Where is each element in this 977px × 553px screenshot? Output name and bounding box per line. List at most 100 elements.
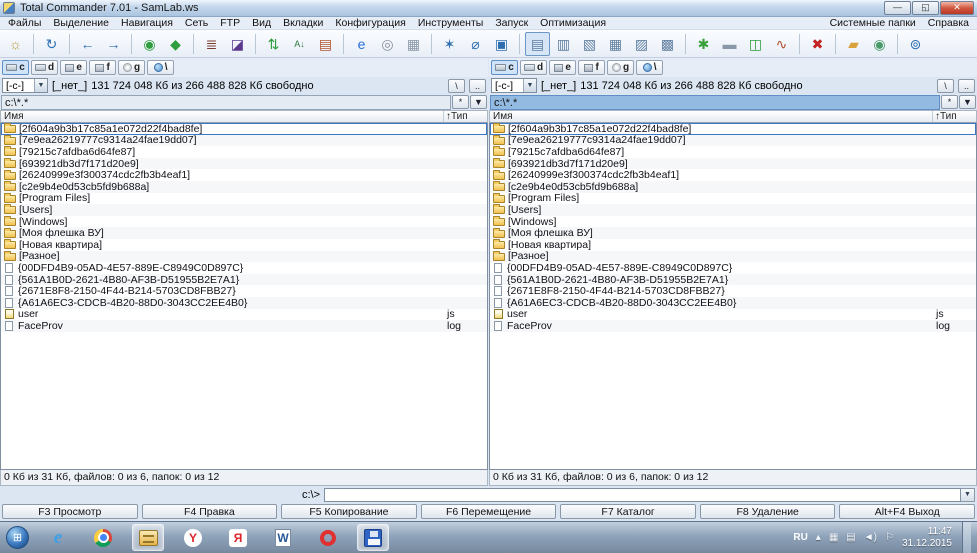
view-brief-icon[interactable]: ▤ [525,32,550,56]
type-column-header[interactable]: ↑Тип [443,111,487,122]
drive-button-e[interactable]: e [60,60,87,75]
drive-button-d[interactable]: d [31,60,58,75]
view-thumbs-icon[interactable]: ▦ [603,32,628,56]
file-row[interactable]: {00DFD4B9-05AD-4E57-889E-C8949C0D897C} [1,262,487,274]
file-row[interactable]: FaceProvlog [490,320,976,332]
file-row[interactable]: [Windows] [490,216,976,228]
menu-item[interactable]: Справка [922,17,975,29]
view-full-icon[interactable]: ▥ [551,32,576,56]
file-row[interactable]: [693921db3d7f171d20e9] [490,158,976,170]
left-path[interactable]: c:\*.* [1,95,451,110]
file-row[interactable]: userjs [490,309,976,321]
drive-select-combo[interactable]: [-c-]▼ [2,78,48,93]
action-center-flag-icon[interactable]: ⚐ [885,532,894,543]
plug-icon[interactable]: ∿ [769,32,794,56]
device-icon[interactable]: ▬ [717,32,742,56]
file-row[interactable]: {561A1B0D-2621-4B80-AF3B-D51955B2E7A1} [490,274,976,286]
drive-button-g[interactable]: g [607,60,634,75]
command-history-dropdown[interactable]: ▼ [961,488,975,502]
sort-az-icon[interactable]: A↓ [287,32,312,56]
path-history-button[interactable]: ▼ [959,95,976,109]
connect-icon[interactable]: ◉ [137,32,162,56]
file-row[interactable]: [693921db3d7f171d20e9] [1,158,487,170]
drive-button-d[interactable]: d [520,60,547,75]
back-icon[interactable]: ← [75,32,100,56]
view-comments-icon[interactable]: ▨ [629,32,654,56]
filter-button[interactable]: * [452,95,469,109]
lightbulb-icon[interactable]: ☼ [3,32,28,56]
file-row[interactable]: [Users] [1,204,487,216]
menu-item[interactable]: FTP [214,17,246,29]
menu-item[interactable]: Сеть [179,17,214,29]
file-row[interactable]: [Program Files] [1,193,487,205]
file-row[interactable]: userjs [1,309,487,321]
file-row[interactable]: [c2e9b4e0d53cb5fd9b688a] [490,181,976,193]
chart-icon[interactable]: ◫ [743,32,768,56]
file-row[interactable]: {A61A6EC3-CDCB-4B20-88D0-3043CC2EE4B0} [490,297,976,309]
type-column-header[interactable]: ↑Тип [932,111,976,122]
menu-item[interactable]: Конфигурация [329,17,411,29]
drive-button-c[interactable]: c [491,60,518,75]
winrar-icon[interactable]: ≣ [199,32,224,56]
view-custom-icon[interactable]: ▩ [655,32,680,56]
network-tray-icon[interactable]: ▦ [829,532,838,543]
forward-icon[interactable]: → [101,32,126,56]
opera-taskbar-icon[interactable] [312,524,344,551]
menu-item[interactable]: Оптимизация [534,17,612,29]
function-button-f3[interactable]: F3 Просмотр [2,504,138,519]
yandex-browser-taskbar-icon[interactable]: Y [177,524,209,551]
show-desktop-button[interactable] [962,522,971,553]
parent-dir-button[interactable]: .. [958,79,975,93]
function-button-alt+f4[interactable]: Alt+F4 Выход [839,504,975,519]
menu-item[interactable]: Инструменты [412,17,489,29]
notepad-icon[interactable]: ▤ [313,32,338,56]
filter-button[interactable]: * [941,95,958,109]
yandex-taskbar-icon[interactable]: Я [222,524,254,551]
function-button-f5[interactable]: F5 Копирование [281,504,417,519]
drive-select-combo[interactable]: [-c-]▼ [491,78,537,93]
file-row[interactable]: {A61A6EC3-CDCB-4B20-88D0-3043CC2EE4B0} [1,297,487,309]
shield-icon[interactable]: ◆ [163,32,188,56]
file-row[interactable]: [7e9ea26219777c9314a24fae19dd07] [490,135,976,147]
file-row[interactable]: [Users] [490,204,976,216]
root-dir-button[interactable]: \ [937,79,954,93]
zip-icon[interactable]: ◪ [225,32,250,56]
file-row[interactable]: [Разное] [490,251,976,263]
total-commander-taskbar-icon[interactable] [132,524,164,551]
drive-button-f[interactable]: f [89,60,116,75]
menu-item[interactable]: Вид [246,17,277,29]
drive-button-c[interactable]: c [2,60,29,75]
file-row[interactable]: {2671E8F8-2150-4F44-B214-5703CD8FBB27} [1,285,487,297]
function-button-f8[interactable]: F8 Удаление [700,504,836,519]
menu-item[interactable]: Запуск [489,17,534,29]
file-row[interactable]: {2671E8F8-2150-4F44-B214-5703CD8FBB27} [490,285,976,297]
update-tray-icon[interactable]: ▤ [846,532,855,543]
command-input[interactable] [324,488,961,502]
root-dir-button[interactable]: \ [448,79,465,93]
search-icon[interactable]: ⌀ [463,32,488,56]
network-user-icon[interactable]: ◎ [375,32,400,56]
file-row[interactable]: [Program Files] [490,193,976,205]
file-row[interactable]: [Моя флешка ВУ] [1,227,487,239]
menu-item[interactable]: Системные папки [824,17,922,29]
function-button-f6[interactable]: F6 Перемещение [421,504,557,519]
menu-item[interactable]: Вкладки [277,17,329,29]
language-indicator[interactable]: RU [793,532,807,543]
file-row[interactable]: [Новая квартира] [490,239,976,251]
file-row[interactable]: [26240999e3f300374cdc2fb3b4eaf1] [1,169,487,181]
internet-explorer-taskbar-icon[interactable]: e [42,524,74,551]
wallet-icon[interactable]: ▰ [841,32,866,56]
name-column-header[interactable]: Имя [1,111,443,122]
file-row[interactable]: [Новая квартира] [1,239,487,251]
function-button-f7[interactable]: F7 Каталог [560,504,696,519]
file-row[interactable]: [Разное] [1,251,487,263]
menu-item[interactable]: Файлы [2,17,47,29]
start-button[interactable]: ⊞ [6,526,29,549]
file-row[interactable]: [79215c7afdba6d64fe87] [490,146,976,158]
file-row[interactable]: [2f604a9b3b17c85a1e072d22f4bad8fe] [1,123,487,135]
parent-dir-button[interactable]: .. [469,79,486,93]
file-row[interactable]: {561A1B0D-2621-4B80-AF3B-D51955B2E7A1} [1,274,487,286]
drive-button-net[interactable]: \ [147,60,174,75]
path-history-button[interactable]: ▼ [470,95,487,109]
file-row[interactable]: [Windows] [1,216,487,228]
